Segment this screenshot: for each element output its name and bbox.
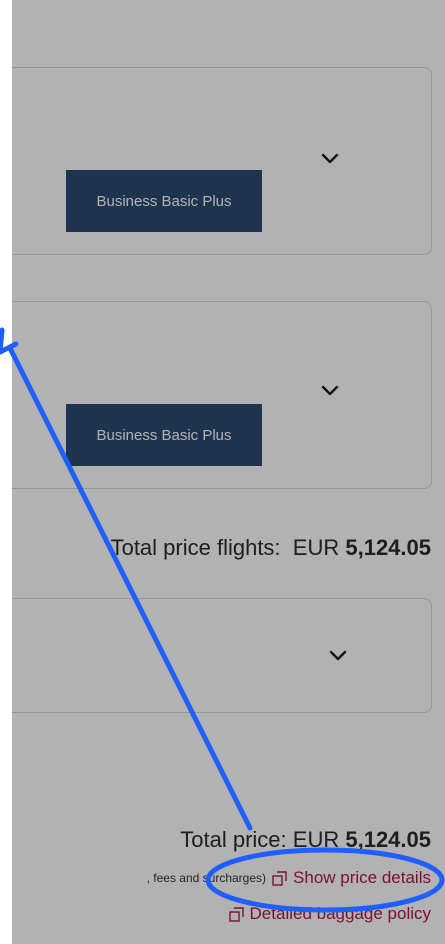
chevron-down-icon[interactable] bbox=[320, 384, 340, 398]
fees-note: , fees and surcharges) bbox=[146, 871, 267, 885]
baggage-policy-link[interactable]: Detailed baggage policy bbox=[228, 904, 431, 924]
chevron-down-icon[interactable] bbox=[328, 649, 348, 663]
flight-card-1[interactable]: Business Basic Plus bbox=[0, 67, 432, 255]
total-price: Total price: EUR 5,124.05 bbox=[180, 827, 431, 853]
total-currency: EUR bbox=[292, 827, 340, 852]
show-price-details-label: Show price details bbox=[293, 868, 431, 887]
chevron-down-icon[interactable] bbox=[320, 152, 340, 166]
booking-summary-page: Business Basic Plus Business Basic Plus … bbox=[0, 0, 445, 944]
fare-badge: Business Basic Plus bbox=[66, 404, 262, 466]
price-details-row: , fees and surcharges) Show price detail… bbox=[147, 868, 431, 888]
show-price-details-link[interactable]: Show price details bbox=[272, 868, 431, 888]
extras-card[interactable] bbox=[0, 598, 432, 713]
baggage-policy-label: Detailed baggage policy bbox=[249, 904, 431, 923]
external-link-icon bbox=[272, 870, 287, 886]
total-amount: 5,124.05 bbox=[345, 827, 431, 852]
total-flights-amount: 5,124.05 bbox=[345, 535, 431, 560]
external-link-icon bbox=[228, 906, 244, 922]
total-flights-currency: EUR bbox=[292, 535, 340, 560]
left-edge-strip bbox=[0, 0, 12, 944]
total-label: Total price: bbox=[180, 827, 287, 852]
fare-badge: Business Basic Plus bbox=[66, 170, 262, 232]
total-flights-label: Total price flights: bbox=[110, 535, 281, 560]
baggage-policy-row: Detailed baggage policy bbox=[228, 904, 431, 927]
total-price-flights: Total price flights: EUR 5,124.05 bbox=[111, 535, 431, 561]
flight-card-2[interactable]: Business Basic Plus bbox=[0, 301, 432, 489]
